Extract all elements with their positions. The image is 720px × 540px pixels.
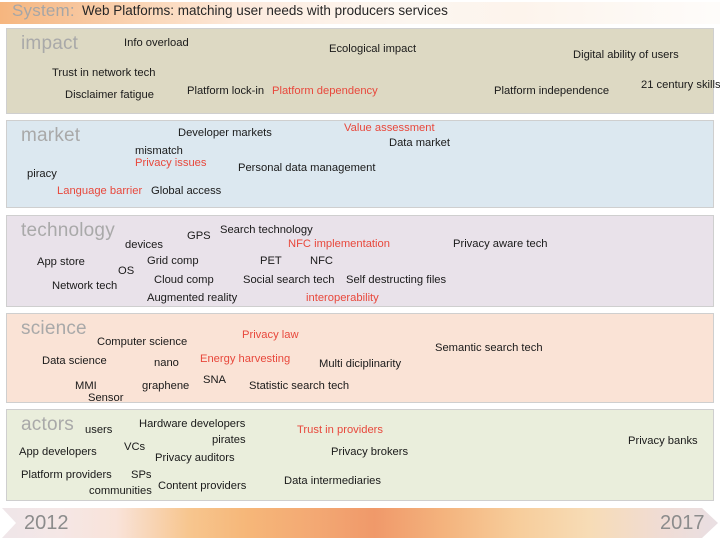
row-market[interactable]: market Developer markets Value assessment D… bbox=[6, 120, 714, 208]
tag-item[interactable]: GPS bbox=[187, 230, 211, 242]
tag-item[interactable]: Statistic search tech bbox=[249, 380, 349, 392]
row-science[interactable]: science Computer science Privacy law Semant… bbox=[6, 313, 714, 404]
tag-item[interactable]: Privacy auditors bbox=[155, 452, 235, 464]
timeline-end-year: 2017 bbox=[660, 512, 705, 534]
tag-item[interactable]: Platform lock-in bbox=[187, 85, 264, 97]
tag-item[interactable]: Network tech bbox=[52, 280, 117, 292]
tag-item[interactable]: Privacy law bbox=[242, 329, 299, 341]
tag-item[interactable]: Energy harvesting bbox=[200, 353, 290, 365]
tag-item[interactable]: Personal data management bbox=[238, 162, 375, 174]
tag-item[interactable]: Platform dependency bbox=[272, 85, 378, 97]
row-technology[interactable]: technology GPS Search technology NFC implem… bbox=[6, 215, 714, 307]
tag-item[interactable]: Self destructing files bbox=[346, 274, 446, 286]
tag-item[interactable]: Content providers bbox=[158, 480, 246, 492]
tag-item[interactable]: Global access bbox=[151, 185, 221, 197]
system-label: System: bbox=[12, 1, 75, 20]
tag-item[interactable]: Platform providers bbox=[21, 469, 112, 481]
slide-canvas: System: Web Platforms: matching user nee… bbox=[0, 0, 720, 540]
tag-item[interactable]: Developer markets bbox=[178, 127, 272, 139]
tag-item[interactable]: Digital ability of users bbox=[573, 49, 679, 61]
tag-item[interactable]: graphene bbox=[142, 380, 189, 392]
tag-item[interactable]: Data intermediaries bbox=[284, 475, 381, 487]
tag-item[interactable]: Computer science bbox=[97, 336, 187, 348]
tag-item[interactable]: Privacy banks bbox=[628, 435, 698, 447]
tag-item[interactable]: 21 century skills bbox=[641, 79, 720, 91]
tag-item[interactable]: Semantic search tech bbox=[435, 342, 543, 354]
row-label-actors: actors bbox=[21, 414, 74, 435]
tag-item[interactable]: App store bbox=[37, 256, 85, 268]
tag-item[interactable]: MMI bbox=[75, 380, 97, 392]
tag-item[interactable]: Data market bbox=[389, 137, 450, 149]
row-label-market: market bbox=[21, 125, 81, 146]
tag-item[interactable]: Multi diciplinarity bbox=[319, 358, 401, 370]
tag-item[interactable]: PET bbox=[260, 255, 282, 267]
tag-item[interactable]: Search technology bbox=[220, 224, 313, 236]
tag-item[interactable]: devices bbox=[125, 239, 163, 251]
tag-item[interactable]: VCs bbox=[124, 441, 145, 453]
tag-item[interactable]: piracy bbox=[27, 168, 57, 180]
tag-item[interactable]: Platform independence bbox=[494, 85, 609, 97]
tag-item[interactable]: Value assessment bbox=[344, 122, 435, 134]
row-label-science: science bbox=[21, 318, 87, 339]
tag-item[interactable]: Info overload bbox=[124, 37, 189, 49]
tag-item[interactable]: communities bbox=[89, 485, 152, 497]
tag-item[interactable]: Grid comp bbox=[147, 255, 199, 267]
tag-item[interactable]: NFC implementation bbox=[288, 238, 390, 250]
tag-item[interactable]: Privacy issues bbox=[135, 157, 207, 169]
tag-item[interactable]: users bbox=[85, 424, 112, 436]
tag-item[interactable]: Data science bbox=[42, 355, 107, 367]
row-actors[interactable]: actors users Hardware developers Trust in p… bbox=[6, 409, 714, 501]
tag-item[interactable]: Trust in providers bbox=[297, 424, 383, 436]
tag-item[interactable]: SNA bbox=[203, 374, 226, 386]
row-label-impact: impact bbox=[21, 33, 79, 54]
tag-item[interactable]: App developers bbox=[19, 446, 97, 458]
tag-item[interactable]: Sensor bbox=[88, 392, 123, 404]
row-impact[interactable]: impact Info overload Ecological impact Digi… bbox=[6, 28, 720, 114]
timeline-start-year: 2012 bbox=[24, 512, 69, 534]
tag-item[interactable]: Language barrier bbox=[57, 185, 142, 197]
tag-item[interactable]: OS bbox=[118, 265, 134, 277]
tag-item[interactable]: nano bbox=[154, 357, 179, 369]
tag-item[interactable]: pirates bbox=[212, 434, 246, 446]
tag-item[interactable]: Hardware developers bbox=[139, 418, 245, 430]
tag-item[interactable]: Privacy brokers bbox=[331, 446, 408, 458]
tag-item[interactable]: SPs bbox=[131, 469, 152, 481]
tag-item[interactable]: interoperability bbox=[306, 292, 379, 304]
page-title: Web Platforms: matching user needs with … bbox=[82, 3, 448, 18]
tag-item[interactable]: Trust in network tech bbox=[52, 67, 155, 79]
row-label-technology: technology bbox=[21, 220, 115, 241]
tag-item[interactable]: Augmented reality bbox=[147, 292, 237, 304]
tag-item[interactable]: NFC bbox=[310, 255, 333, 267]
tag-item[interactable]: Privacy aware tech bbox=[453, 238, 548, 250]
tag-item[interactable]: Ecological impact bbox=[329, 43, 416, 55]
tag-item[interactable]: Cloud comp bbox=[154, 274, 214, 286]
timeline-arrow bbox=[2, 508, 718, 538]
tag-item[interactable]: Disclaimer fatigue bbox=[65, 89, 154, 101]
tag-item[interactable]: Social search tech bbox=[243, 274, 334, 286]
tag-item[interactable]: mismatch bbox=[135, 145, 183, 157]
